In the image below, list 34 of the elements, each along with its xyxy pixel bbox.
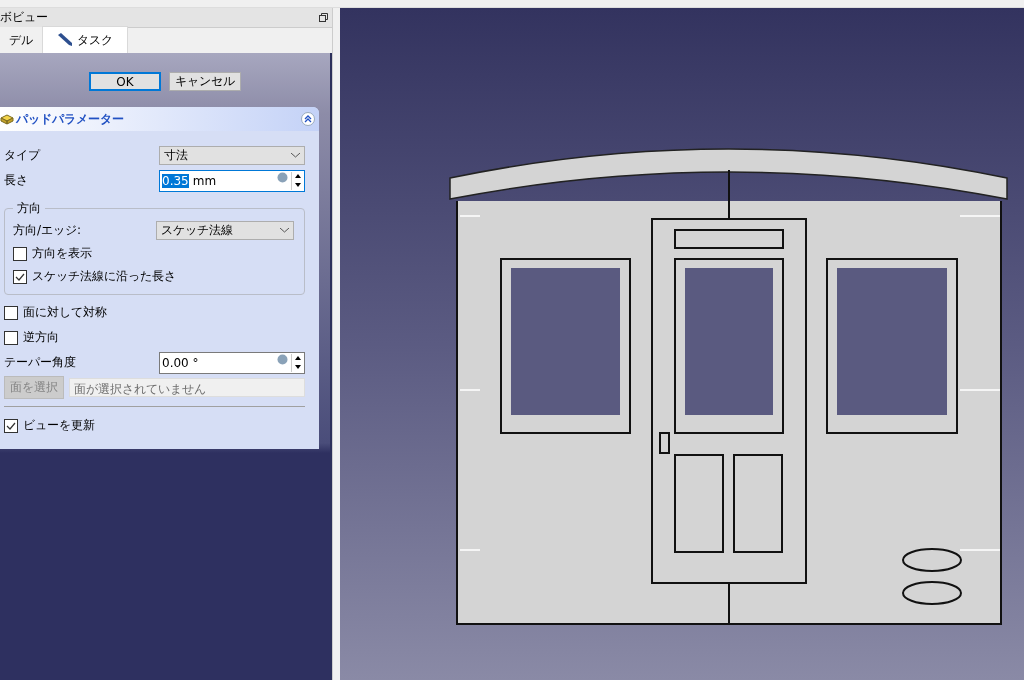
chevron-down-icon xyxy=(291,153,300,158)
dialog-button[interactable]: OK xyxy=(89,72,161,91)
checkbox-label: 方向を表示 xyxy=(32,245,92,262)
dropdown[interactable]: 寸法 xyxy=(159,146,305,165)
chevron-down-icon xyxy=(280,228,289,233)
checkbox[interactable] xyxy=(4,305,18,320)
checkbox-label: ビューを更新 xyxy=(23,417,95,434)
pencil-icon xyxy=(57,33,73,47)
checkbox[interactable] xyxy=(13,269,27,284)
checkbox[interactable] xyxy=(4,330,18,345)
field-label: テーパー角度 xyxy=(4,354,77,371)
checkbox-label: 面に対して対称 xyxy=(23,304,107,321)
pad-icon xyxy=(0,112,14,126)
restore-icon[interactable] xyxy=(319,13,328,22)
checkbox[interactable] xyxy=(13,246,27,261)
checkbox-label: 逆方向 xyxy=(23,329,59,346)
field-label: 長さ xyxy=(4,172,29,189)
field-label: タイプ xyxy=(4,147,42,164)
section-title: パッドパラメーター xyxy=(16,110,124,128)
spin-field[interactable]: 0.00 ° xyxy=(159,351,305,374)
group-title: 方向 xyxy=(16,200,42,217)
spin-field[interactable]: 0.35 mm xyxy=(159,169,305,192)
checkbox[interactable] xyxy=(4,418,18,433)
dialog-button[interactable]: キャンセル xyxy=(169,72,241,91)
expression-icon[interactable] xyxy=(277,353,288,365)
collapse-icon[interactable] xyxy=(301,112,315,126)
checkbox-label: スケッチ法線に沿った長さ xyxy=(32,268,176,285)
spin-arrows[interactable] xyxy=(291,353,304,372)
field-label: 方向/エッジ: xyxy=(13,222,83,239)
expression-icon[interactable] xyxy=(277,171,288,183)
tab[interactable]: タスク xyxy=(42,26,128,53)
dropdown[interactable]: スケッチ法線 xyxy=(156,221,294,240)
panel-title: ボビュー xyxy=(0,9,48,26)
spin-arrows[interactable] xyxy=(291,171,304,190)
